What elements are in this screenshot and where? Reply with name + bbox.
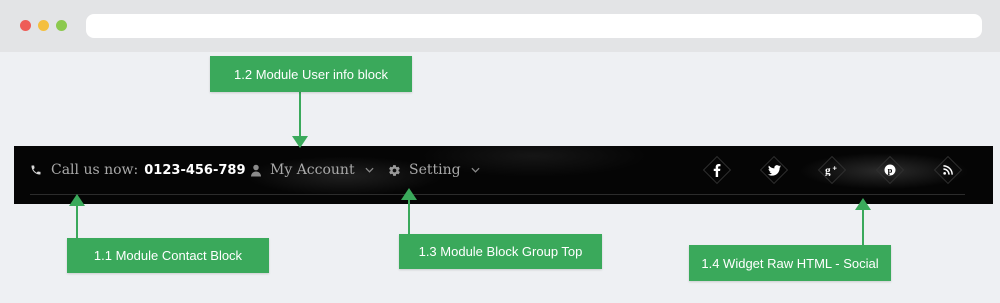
callout-block-group-top: 1.3 Module Block Group Top [399,234,602,269]
callout-widget-social: 1.4 Widget Raw HTML - Social [689,245,891,281]
callout-contact-block: 1.1 Module Contact Block [67,238,269,273]
callout-user-info-block: 1.2 Module User info block [210,56,412,92]
